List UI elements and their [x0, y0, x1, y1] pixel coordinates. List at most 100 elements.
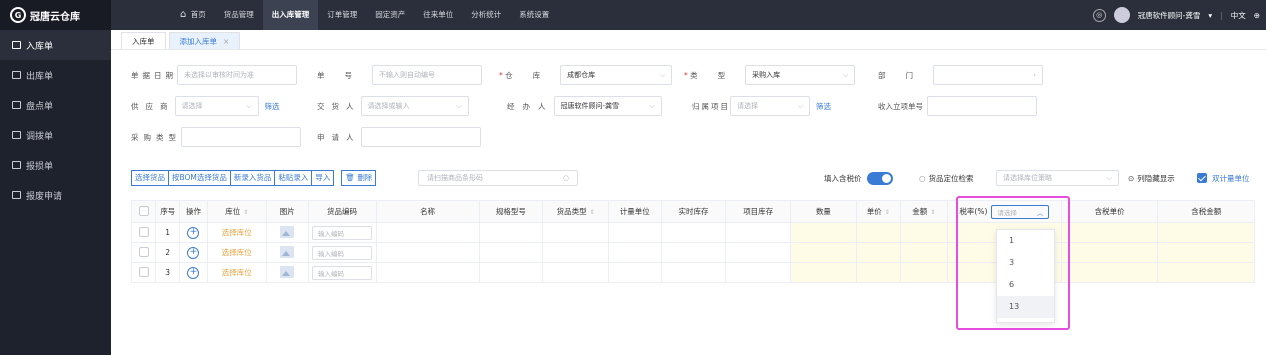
bom-select-button[interactable]: 按BOM选择货品	[168, 170, 231, 186]
field-deliverer: 交货人 请选择或输入 ⌵	[317, 95, 469, 117]
date-input[interactable]: 未选择以审核时间为准	[177, 65, 297, 85]
code-input[interactable]: 输入编码	[312, 265, 373, 280]
row-price-cell[interactable]	[855, 222, 901, 243]
purchase-type-input[interactable]	[181, 127, 301, 147]
add-row-icon[interactable]: +	[187, 226, 200, 239]
sidebar-item-scrap[interactable]: 报废申请	[0, 180, 111, 210]
user-name[interactable]: 冠唐软件顾问-龚雪	[1138, 10, 1201, 21]
row-checkbox[interactable]	[138, 266, 149, 277]
select-location-link[interactable]: 选择库位	[222, 268, 252, 277]
row-qty-cell[interactable]	[790, 242, 857, 263]
row-amount-cell[interactable]	[899, 242, 948, 263]
col-header-location[interactable]: 库位 ⇕	[206, 200, 267, 223]
sidebar-item-transfer[interactable]: 调拨单	[0, 120, 111, 150]
sidebar-item-loss[interactable]: 报损单	[0, 150, 111, 180]
dual-unit-option[interactable]: 双计量单位	[1197, 170, 1250, 186]
row-amount-cell[interactable]	[899, 222, 948, 243]
location-strategy-select[interactable]: 请选择库位策略 ⌵	[996, 170, 1119, 186]
nav-orders[interactable]: 订单管理	[318, 0, 366, 30]
col-header-tax-price: 含税单价	[1060, 200, 1159, 223]
locate-search-option[interactable]: ○ 货品定位检索	[919, 170, 974, 186]
avatar[interactable]	[1113, 7, 1130, 23]
tax-option-6[interactable]: 6	[997, 274, 1054, 296]
handler-select[interactable]: 冠唐软件顾问-龚雪 ⌵	[553, 96, 662, 116]
sidebar-item-inbound[interactable]: 入库单	[0, 30, 111, 60]
tab-add-inbound[interactable]: 添加入库单 ×	[168, 32, 241, 49]
recv-no-input[interactable]	[927, 96, 1037, 116]
row-amount-cell[interactable]	[899, 262, 948, 283]
nav-inout[interactable]: 出入库管理	[262, 0, 319, 30]
applicant-input[interactable]	[360, 127, 481, 147]
column-visibility-toggle[interactable]: ⊙ 列隐藏显示	[1128, 170, 1175, 186]
select-value: 成都仓库	[567, 71, 596, 79]
row-select-cell	[130, 222, 157, 243]
supplier-select[interactable]: 请选择 ⌵	[174, 96, 259, 116]
col-header-amount[interactable]: 金额 ⇕	[899, 200, 948, 223]
tax-option-13[interactable]: 13	[997, 296, 1054, 318]
doc-no-input[interactable]: 不输入则自动编号	[372, 65, 482, 85]
col-header-price[interactable]: 单价 ⇕	[855, 200, 901, 223]
row-price-cell[interactable]	[855, 242, 901, 263]
type-select[interactable]: 采购入库 ⌵	[745, 65, 856, 85]
chevron-down-icon: ⌵	[246, 101, 252, 110]
delete-button[interactable]: 🗑 删除	[341, 170, 377, 186]
select-location-link[interactable]: 选择库位	[222, 248, 252, 257]
nav-assets[interactable]: 固定资产	[366, 0, 414, 30]
tax-price-toggle[interactable]	[866, 171, 893, 185]
row-tax-price-cell[interactable]	[1060, 262, 1159, 283]
row-project-stock	[725, 242, 792, 263]
row-qty-cell[interactable]	[790, 222, 857, 243]
code-input[interactable]: 输入编码	[312, 245, 373, 260]
select-location-link[interactable]: 选择库位	[222, 228, 252, 237]
image-placeholder-icon[interactable]	[280, 245, 295, 258]
tax-option-3[interactable]: 3	[997, 252, 1054, 274]
code-input[interactable]: 输入编码	[312, 225, 373, 240]
nav-home[interactable]: ⌂ 首页	[171, 0, 215, 30]
row-tax-price-cell[interactable]	[1060, 242, 1159, 263]
row-qty-cell[interactable]	[790, 262, 857, 283]
row-checkbox[interactable]	[138, 226, 149, 237]
add-row-icon[interactable]: +	[187, 246, 200, 259]
deliverer-select[interactable]: 请选择或输入 ⌵	[360, 96, 469, 116]
top-navbar: ⌂ 首页 货品管理 出入库管理 订单管理 固定资产 往来单位 分析统计 系统设置…	[111, 0, 1266, 30]
project-filter-link[interactable]: 筛选	[816, 101, 831, 112]
dual-unit-checkbox[interactable]	[1197, 173, 1207, 183]
sidebar-item-stocktake[interactable]: 盘点单	[0, 90, 111, 120]
row-tax-price-cell[interactable]	[1060, 222, 1159, 243]
supplier-filter-link[interactable]: 筛选	[265, 101, 280, 112]
col-header-goods-type[interactable]: 货品类型 ⇕	[542, 200, 609, 223]
logo-icon: G	[10, 7, 26, 23]
select-goods-button[interactable]: 选择货品	[131, 170, 169, 186]
import-button[interactable]: 导入	[311, 170, 335, 186]
project-select[interactable]: 请选择 ⌵	[730, 96, 810, 116]
tax-option-1[interactable]: 1	[997, 230, 1054, 252]
globe-icon[interactable]: ⊕	[1254, 11, 1260, 20]
nav-partners[interactable]: 往来单位	[414, 0, 462, 30]
nav-analytics[interactable]: 分析统计	[462, 0, 510, 30]
row-tax-amount-cell[interactable]	[1157, 242, 1255, 263]
row-tax-amount-cell[interactable]	[1157, 222, 1255, 243]
tax-rate-batch-select[interactable]: 请选择 ︿	[991, 204, 1050, 219]
add-row-icon[interactable]: +	[187, 266, 200, 279]
dept-select[interactable]: ›	[933, 65, 1043, 85]
paste-entry-button[interactable]: 粘贴录入	[274, 170, 313, 186]
nav-goods[interactable]: 货品管理	[215, 0, 263, 30]
select-all-checkbox[interactable]	[138, 205, 149, 216]
warehouse-select[interactable]: 成都仓库 ⌵	[560, 65, 673, 85]
row-checkbox[interactable]	[138, 246, 149, 257]
close-icon[interactable]: ×	[223, 37, 229, 46]
row-tax-amount-cell[interactable]	[1157, 262, 1255, 283]
radio-icon[interactable]: ○	[919, 174, 926, 183]
nav-settings[interactable]: 系统设置	[510, 0, 558, 30]
barcode-scan-input[interactable]: 请扫描商品条形码 ○	[418, 170, 578, 186]
image-placeholder-icon[interactable]	[280, 225, 295, 238]
headset-icon[interactable]: ◎	[1092, 8, 1106, 22]
tab-inbound-list[interactable]: 入库单	[121, 32, 166, 49]
new-goods-button[interactable]: 新录入货品	[229, 170, 276, 186]
sidebar-item-outbound[interactable]: 出库单	[0, 60, 111, 90]
chevron-down-icon[interactable]: ▾	[1208, 11, 1212, 20]
row-price-cell[interactable]	[855, 262, 901, 283]
language-switch[interactable]: 中文	[1231, 10, 1246, 21]
image-placeholder-icon[interactable]	[280, 265, 295, 278]
app-logo[interactable]: G 冠唐云仓库	[0, 0, 111, 30]
